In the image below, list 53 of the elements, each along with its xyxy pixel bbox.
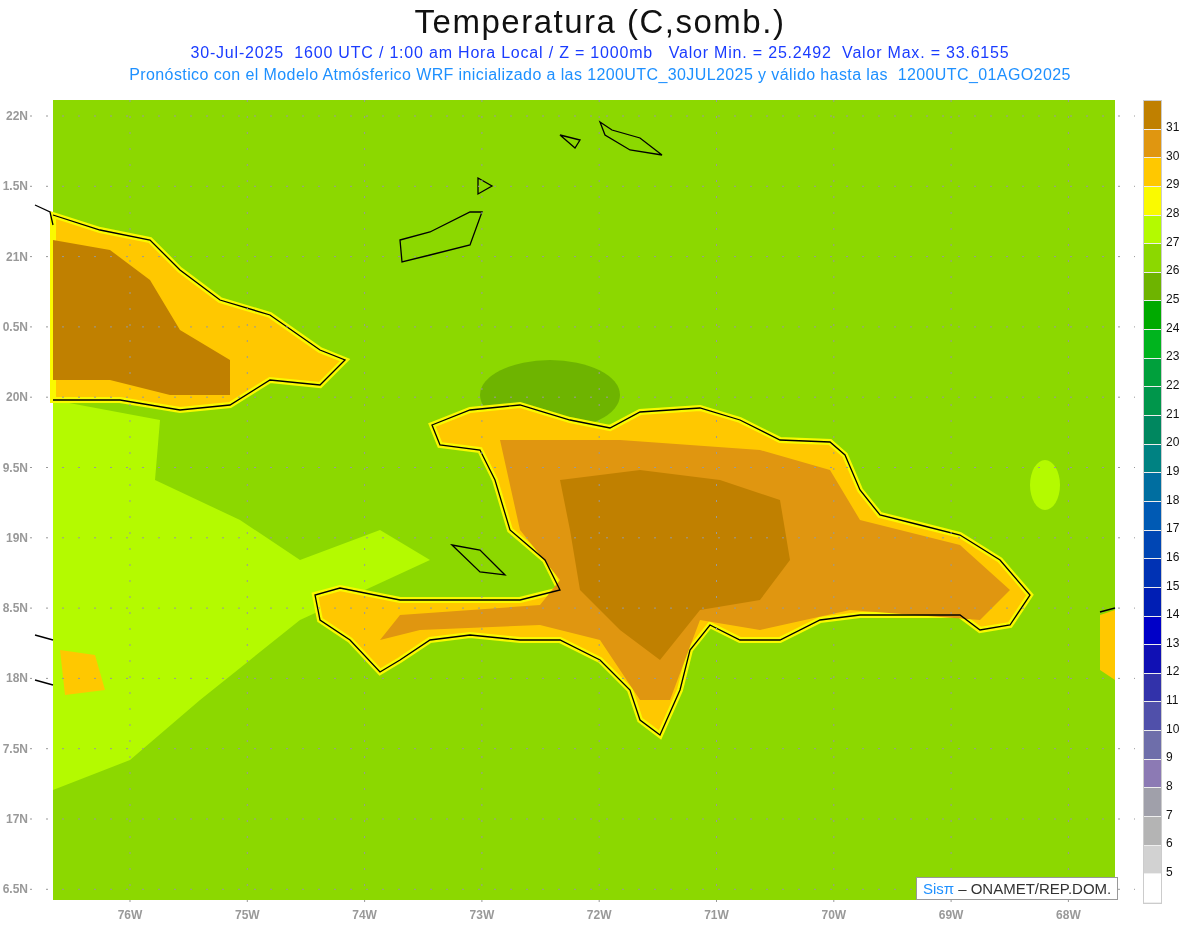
colorbar-label: 5 <box>1166 865 1174 882</box>
axis-label: 21N <box>6 249 28 264</box>
colorbar-label: 26 <box>1166 263 1180 280</box>
colorbar-label: 10 <box>1166 721 1180 738</box>
colorbar-label: 31 <box>1166 120 1180 136</box>
axis-label: 69W <box>938 908 964 922</box>
colorbar-label: 28 <box>1166 205 1180 222</box>
axis-label: 1.5N <box>2 179 28 194</box>
colorbar-label: 14 <box>1166 607 1180 624</box>
colorbar-label: 22 <box>1166 377 1180 394</box>
colorbar-label: 15 <box>1166 578 1180 595</box>
axis-label: 6.5N <box>2 882 28 897</box>
colorbar-label: 12 <box>1166 664 1180 681</box>
axis-label: 76W <box>117 908 143 922</box>
colorbar-label: 17 <box>1166 521 1180 538</box>
chart-title: Temperatura (C,somb.) <box>414 2 786 42</box>
axis-label: 22N <box>6 109 28 123</box>
axis-label: 72W <box>586 908 612 922</box>
axis-label: 0.5N <box>2 319 28 334</box>
colorbar-label: 8 <box>1166 779 1174 796</box>
axis-label: 17N <box>6 812 28 826</box>
axis-label: 73W <box>469 908 495 922</box>
axis-label: 18N <box>6 671 28 686</box>
colorbar-label: 30 <box>1166 148 1180 165</box>
chart-subtitle: 30-Jul-2025 1600 UTC / 1:00 am Hora Local / Z = 1000mb Valor Min. = 25.2492 Valor Max. = 33.6155 <box>190 43 1010 63</box>
colorbar-label: 16 <box>1166 549 1180 566</box>
colorbar-label: 24 <box>1166 320 1180 337</box>
axis-label: 74W <box>352 908 377 922</box>
axis-label: 68W <box>1056 908 1081 922</box>
axis-label: 71W <box>704 908 729 922</box>
colorbar-label: 29 <box>1166 177 1180 194</box>
colorbar-label: 9 <box>1166 750 1174 767</box>
colorbar-label: 6 <box>1166 836 1174 853</box>
colorbar-label: 19 <box>1166 463 1180 480</box>
colorbar-label: 20 <box>1166 435 1180 452</box>
colorbar-label: 7 <box>1166 807 1174 824</box>
colorbar-label: 18 <box>1166 492 1180 509</box>
colorbar-label: 27 <box>1166 234 1180 251</box>
axis-label: 70W <box>821 908 847 922</box>
axis-label: 75W <box>234 908 260 922</box>
axis-label: 8.5N <box>2 601 28 616</box>
forecast-note: Pronóstico con el Modelo Atmósferico WRF inicializado a las 1200UTC_30JUL2025 y válido hasta las 1200UTC_01AGO2025 <box>129 65 1071 85</box>
axis-label: 9.5N <box>2 460 28 475</box>
colorbar-label: 21 <box>1166 406 1180 423</box>
axis-label: 20N <box>6 390 28 405</box>
brand-label: Sisπ <box>923 879 955 898</box>
colorbar-label: 11 <box>1166 693 1180 710</box>
axis-label: 19N <box>6 530 28 545</box>
axis-label: 7.5N <box>2 741 28 756</box>
colorbar-label: 25 <box>1166 291 1180 308</box>
credit-label: – ONAMET/REP.DOM. <box>958 879 1112 898</box>
colorbar-label: 13 <box>1166 635 1180 652</box>
colorbar-label: 23 <box>1166 349 1180 366</box>
